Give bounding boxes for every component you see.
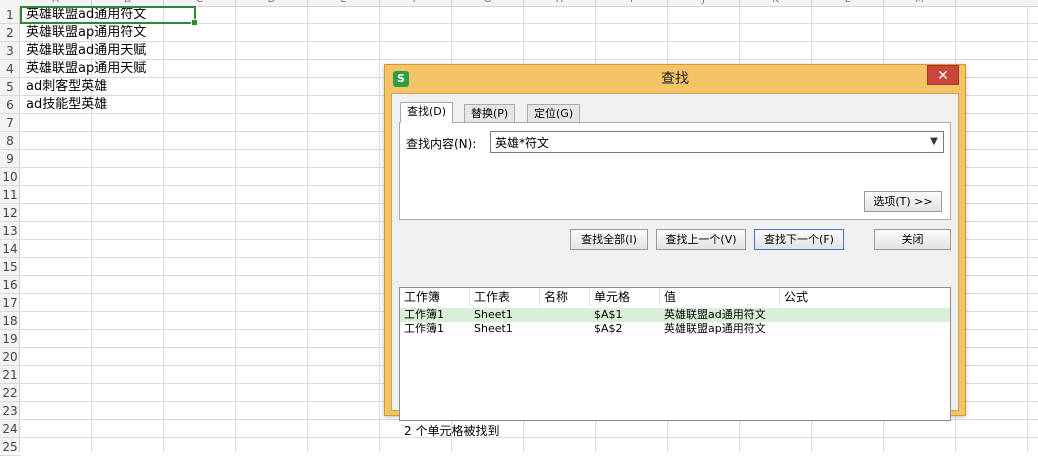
find-all-button[interactable]: 查找全部(I) — [570, 229, 648, 250]
results-list[interactable]: 工作簿 工作表 名称 单元格 值 公式 工作簿1 Sheet1 $A$1 英雄联… — [399, 287, 951, 421]
row-header[interactable]: 7 — [0, 114, 20, 132]
row-header[interactable]: 5 — [0, 78, 20, 96]
close-button[interactable]: 关闭 — [874, 229, 951, 250]
row-header[interactable]: 21 — [0, 366, 20, 384]
result-workbook: 工作簿1 — [404, 322, 444, 335]
result-name — [540, 308, 544, 322]
cell-a6[interactable]: ad技能型英雄 — [26, 96, 107, 114]
result-cell: $A$2 — [594, 322, 623, 335]
tab-find[interactable]: 查找(D) — [400, 102, 454, 123]
options-button[interactable]: 选项(T) >> — [864, 191, 942, 212]
row-header-column: 1 2 3 4 5 6 7 8 9 10 11 12 13 14 15 16 1… — [0, 6, 20, 456]
dialog-title: 查找 — [661, 71, 689, 87]
row-header[interactable]: 18 — [0, 312, 20, 330]
chevron-down-icon[interactable]: ▼ — [927, 135, 941, 149]
result-value: 英雄联盟ad通用符文 — [664, 308, 766, 321]
row-header[interactable]: 9 — [0, 150, 20, 168]
cell-a5[interactable]: ad刺客型英雄 — [26, 78, 107, 96]
row-header[interactable]: 2 — [0, 24, 20, 42]
row-header[interactable]: 12 — [0, 204, 20, 222]
find-what-input[interactable] — [491, 132, 929, 152]
row-header[interactable]: 19 — [0, 330, 20, 348]
find-next-button[interactable]: 查找下一个(F) — [754, 229, 844, 250]
find-previous-button[interactable]: 查找上一个(V) — [656, 229, 746, 250]
tab-goto[interactable]: 定位(G) — [527, 104, 581, 122]
row-header[interactable]: 3 — [0, 42, 20, 60]
row-header[interactable]: 17 — [0, 294, 20, 312]
row-header[interactable]: 25 — [0, 438, 20, 456]
results-header-formula[interactable]: 公式 — [780, 288, 950, 306]
result-workbook: 工作簿1 — [404, 308, 444, 321]
cell-a2[interactable]: 英雄联盟ap通用符文 — [26, 24, 146, 42]
row-header[interactable]: 24 — [0, 420, 20, 438]
results-header-sheet[interactable]: 工作表 — [470, 288, 540, 306]
tab-replace[interactable]: 替换(P) — [464, 104, 516, 122]
row-header[interactable]: 4 — [0, 60, 20, 78]
row-header[interactable]: 22 — [0, 384, 20, 402]
result-value: 英雄联盟ap通用符文 — [664, 322, 766, 335]
row-header[interactable]: 15 — [0, 258, 20, 276]
row-header[interactable]: 8 — [0, 132, 20, 150]
find-tab-panel: 查找内容(N): ▼ 选项(T) >> — [399, 122, 951, 220]
dialog-body: 查找(D) 替换(P) 定位(G) 查找内容(N): ▼ 选项(T) >> 查找… — [391, 93, 959, 438]
active-cell-selection[interactable] — [20, 6, 198, 26]
find-what-combobox[interactable]: ▼ — [490, 131, 944, 153]
result-name — [540, 322, 544, 336]
status-text: 2 个单元格被找到 — [404, 424, 500, 438]
find-what-label: 查找内容(N): — [406, 137, 477, 151]
cell-a3[interactable]: 英雄联盟ad通用天赋 — [26, 42, 146, 60]
row-header[interactable]: 16 — [0, 276, 20, 294]
row-header[interactable]: 23 — [0, 402, 20, 420]
result-formula — [780, 322, 784, 336]
row-header[interactable]: 14 — [0, 240, 20, 258]
table-row[interactable]: 工作簿1 Sheet1 $A$2 英雄联盟ap通用符文 — [400, 322, 950, 336]
row-header[interactable]: 20 — [0, 348, 20, 366]
results-header-value[interactable]: 值 — [660, 288, 780, 306]
row-header[interactable]: 13 — [0, 222, 20, 240]
row-header[interactable]: 10 — [0, 168, 20, 186]
result-cell: $A$1 — [594, 308, 623, 321]
row-header[interactable]: 11 — [0, 186, 20, 204]
result-sheet: Sheet1 — [474, 308, 513, 321]
table-row[interactable]: 工作簿1 Sheet1 $A$1 英雄联盟ad通用符文 — [400, 308, 950, 322]
results-header: 工作簿 工作表 名称 单元格 值 公式 — [400, 288, 950, 306]
row-header[interactable]: 1 — [0, 6, 20, 24]
row-header[interactable]: 6 — [0, 96, 20, 114]
find-dialog: S 查找 ✕ 查找(D) 替换(P) 定位(G) 查找内容(N): ▼ 选项(T… — [384, 64, 966, 438]
dialog-titlebar[interactable]: S 查找 ✕ — [385, 65, 965, 93]
close-icon[interactable]: ✕ — [927, 65, 959, 85]
result-sheet: Sheet1 — [474, 322, 513, 335]
cell-a4[interactable]: 英雄联盟ap通用天赋 — [26, 60, 146, 78]
results-header-workbook[interactable]: 工作簿 — [400, 288, 470, 306]
result-formula — [780, 308, 784, 322]
results-header-cell[interactable]: 单元格 — [590, 288, 660, 306]
results-header-name[interactable]: 名称 — [540, 288, 590, 306]
